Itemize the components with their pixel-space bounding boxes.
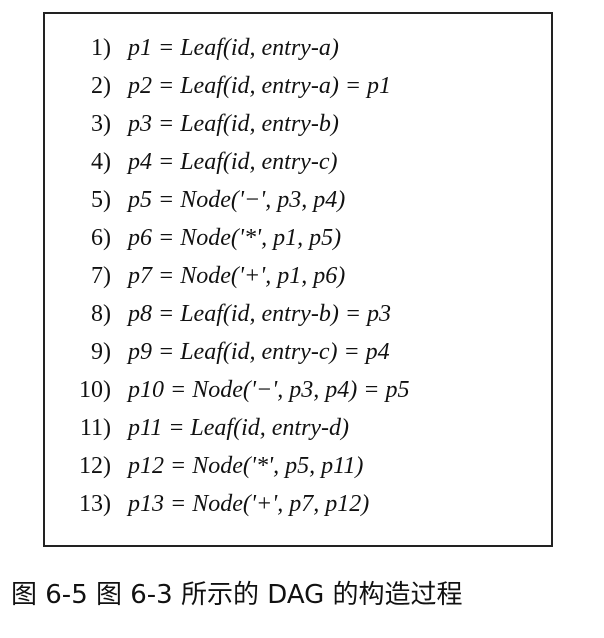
step-row: 2) p2 = Leaf(id, entry-a) = p1 <box>45 67 551 104</box>
step-expression: p4 = Leaf(id, entry-c) <box>128 148 338 175</box>
step-expression: p12 = Node('*', p5, p11) <box>128 452 364 479</box>
construction-steps-box: 1) p1 = Leaf(id, entry-a) 2) p2 = Leaf(i… <box>43 12 553 547</box>
figure-caption: 图 6-5 图 6-3 所示的 DAG 的构造过程 <box>11 580 463 610</box>
step-row: 5) p5 = Node('−', p3, p4) <box>45 181 551 218</box>
step-number: 11) <box>79 414 111 441</box>
step-row: 12) p12 = Node('*', p5, p11) <box>45 447 551 484</box>
step-expression: p5 = Node('−', p3, p4) <box>128 186 346 213</box>
step-expression: p6 = Node('*', p1, p5) <box>128 224 342 251</box>
step-row: 1) p1 = Leaf(id, entry-a) <box>45 29 551 66</box>
step-expression: p2 = Leaf(id, entry-a) = p1 <box>128 72 392 99</box>
step-number: 9) <box>91 338 111 365</box>
step-number: 5) <box>91 186 111 213</box>
step-expression: p13 = Node('+', p7, p12) <box>128 490 370 517</box>
step-expression: p8 = Leaf(id, entry-b) = p3 <box>128 300 392 327</box>
step-expression: p10 = Node('−', p3, p4) = p5 <box>128 376 410 403</box>
step-number: 2) <box>91 72 111 99</box>
step-row: 6) p6 = Node('*', p1, p5) <box>45 219 551 256</box>
step-expression: p3 = Leaf(id, entry-b) <box>128 110 339 137</box>
step-row: 3) p3 = Leaf(id, entry-b) <box>45 105 551 142</box>
step-number: 13) <box>79 490 111 517</box>
step-number: 4) <box>91 148 111 175</box>
step-row: 9) p9 = Leaf(id, entry-c) = p4 <box>45 333 551 370</box>
step-number: 8) <box>91 300 111 327</box>
step-row: 13) p13 = Node('+', p7, p12) <box>45 485 551 522</box>
step-expression: p11 = Leaf(id, entry-d) <box>128 414 350 441</box>
step-number: 3) <box>91 110 111 137</box>
step-expression: p7 = Node('+', p1, p6) <box>128 262 346 289</box>
step-row: 7) p7 = Node('+', p1, p6) <box>45 257 551 294</box>
step-row: 4) p4 = Leaf(id, entry-c) <box>45 143 551 180</box>
step-expression: p9 = Leaf(id, entry-c) = p4 <box>128 338 390 365</box>
step-number: 7) <box>91 262 111 289</box>
step-row: 11) p11 = Leaf(id, entry-d) <box>45 409 551 446</box>
step-row: 8) p8 = Leaf(id, entry-b) = p3 <box>45 295 551 332</box>
step-number: 12) <box>79 452 111 479</box>
step-expression: p1 = Leaf(id, entry-a) <box>128 34 339 61</box>
step-number: 1) <box>91 34 111 61</box>
step-number: 6) <box>91 224 111 251</box>
step-row: 10) p10 = Node('−', p3, p4) = p5 <box>45 371 551 408</box>
step-number: 10) <box>79 376 111 403</box>
